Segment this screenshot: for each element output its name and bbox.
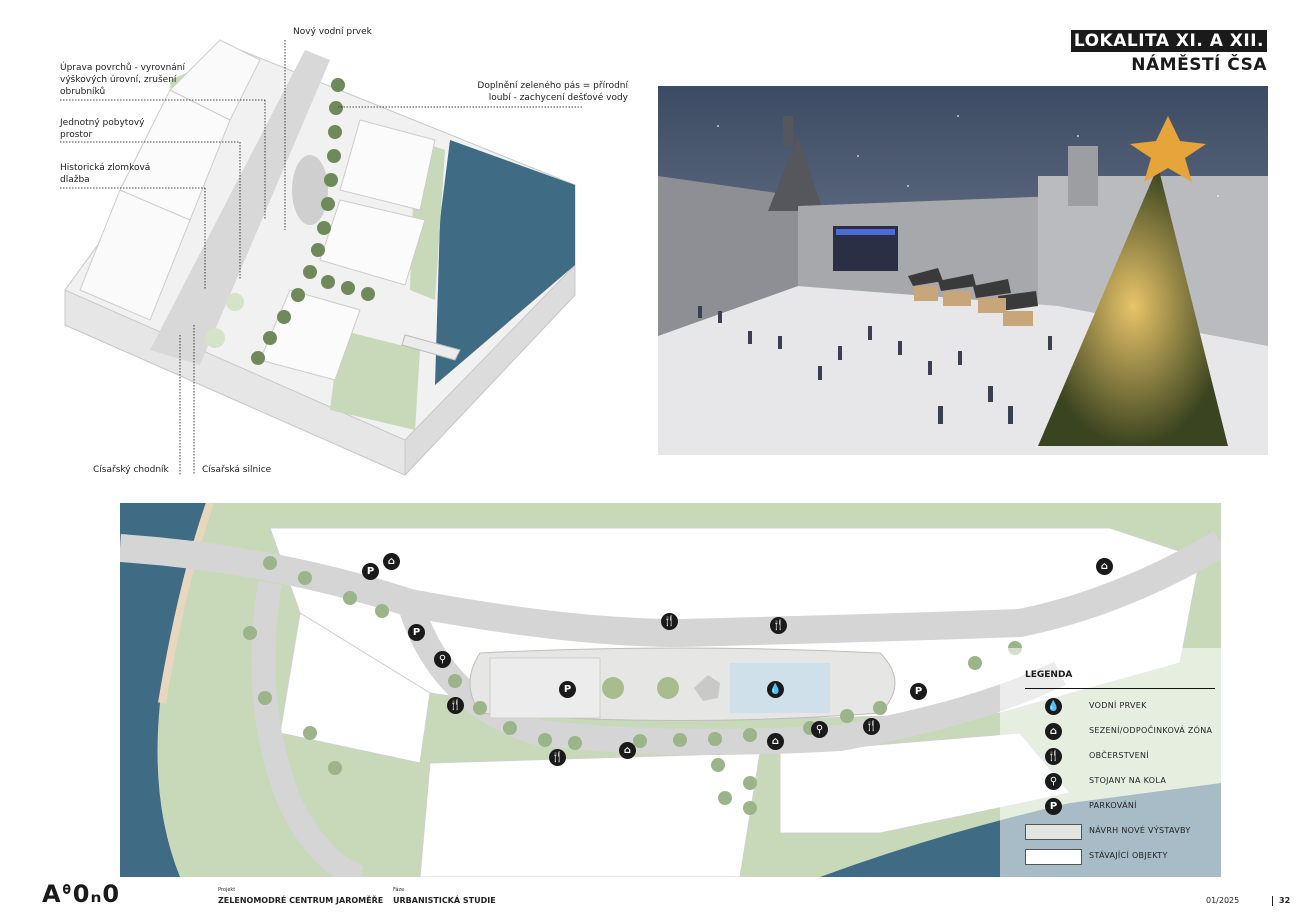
fork-knife-pin: 🍴 [661, 613, 678, 630]
legend-item-new-construction: NÁVRH NOVÉ VÝSTAVBY [1025, 820, 1215, 845]
legend-item-seating: ⌂ SEZENÍ/ODPOČINKOVÁ ZÓNA [1025, 720, 1215, 745]
project-name: ZELENOMODRÉ CENTRUM JAROMĚŘE [218, 896, 384, 905]
bench-icon: ⌂ [1045, 723, 1062, 740]
title-line-1: LOKALITA XI. A XII. [1070, 30, 1267, 52]
page-title: LOKALITA XI. A XII. NÁMĚSTÍ ČSA [1070, 30, 1267, 75]
page-number: 32 [1279, 896, 1291, 905]
bench-pin: ⌂ [767, 733, 784, 750]
legend-label: STÁVAJÍCÍ OBJEKTY [1089, 851, 1168, 860]
bench-pin: ⌂ [619, 742, 636, 759]
project-caption: Projekt [218, 887, 236, 893]
fork-knife-icon: 🍴 [1045, 748, 1062, 765]
legend-item-parking: P PARKOVÁNÍ [1025, 795, 1215, 820]
legend-item-bike-racks: ⚲ STOJANY NA KOLA [1025, 770, 1215, 795]
swatch-new-construction [1025, 824, 1082, 840]
swatch-existing [1025, 849, 1082, 865]
label-road: Císařská silnice [202, 465, 272, 475]
legend-label: PARKOVÁNÍ [1089, 801, 1137, 810]
parking-pin: P [362, 563, 379, 580]
label-unified-space: Jednotný pobytový prostor [60, 118, 145, 140]
legend-item-refreshments: 🍴 OBČERSTVENÍ [1025, 745, 1215, 770]
bicycle-pin: ⚲ [811, 721, 828, 738]
date: 01/2025 [1206, 896, 1240, 905]
legend-divider [1025, 688, 1215, 689]
bicycle-icon: ⚲ [1045, 773, 1062, 790]
label-green-strip: Doplnění zeleného pás = přírodní loubí -… [477, 81, 628, 103]
phase-caption: Fáze [393, 887, 405, 893]
water-drop-pin: 💧 [767, 681, 784, 698]
fork-knife-pin: 🍴 [447, 697, 464, 714]
legend-item-water: 💧 VODNÍ PRVEK [1025, 695, 1215, 720]
label-historic-paving: Historická zlomková dlažba [60, 163, 151, 185]
parking-pin: P [408, 624, 425, 641]
parking-icon: P [1045, 798, 1062, 815]
bench-pin: ⌂ [1096, 558, 1113, 575]
legend-label: NÁVRH NOVÉ VÝSTAVBY [1089, 826, 1191, 835]
label-new-water-feature: Nový vodní prvek [293, 27, 372, 37]
legend-label: STOJANY NA KOLA [1089, 776, 1167, 785]
legend-label: VODNÍ PRVEK [1089, 701, 1147, 710]
winter-market-render [658, 86, 1268, 455]
page-divider [1272, 896, 1273, 906]
phase-name: URBANISTICKÁ STUDIE [393, 896, 496, 905]
fork-knife-pin: 🍴 [770, 617, 787, 634]
parking-pin: P [910, 683, 927, 700]
legend-title: LEGENDA [1025, 670, 1073, 680]
label-surface-adjustment: Úprava povrchů - vyrovnání výškových úro… [60, 63, 186, 97]
legend-label: OBČERSTVENÍ [1089, 751, 1149, 760]
bicycle-pin: ⚲ [434, 651, 451, 668]
title-line-2: NÁMĚSTÍ ČSA [1131, 55, 1267, 75]
legend-item-existing: STÁVAJÍCÍ OBJEKTY [1025, 845, 1215, 870]
fork-knife-pin: 🍴 [549, 749, 566, 766]
parking-pin: P [559, 681, 576, 698]
studio-logo: Aᶿ0ₙ0 [42, 880, 121, 908]
fork-knife-pin: 🍴 [863, 718, 880, 735]
legend: LEGENDA 💧 VODNÍ PRVEK ⌂ SEZENÍ/ODPOČINKO… [1025, 670, 1215, 870]
label-sidewalk: Císařský chodník [93, 465, 169, 475]
legend-label: SEZENÍ/ODPOČINKOVÁ ZÓNA [1089, 726, 1213, 735]
water-drop-icon: 💧 [1045, 698, 1062, 715]
bench-pin: ⌂ [383, 553, 400, 570]
